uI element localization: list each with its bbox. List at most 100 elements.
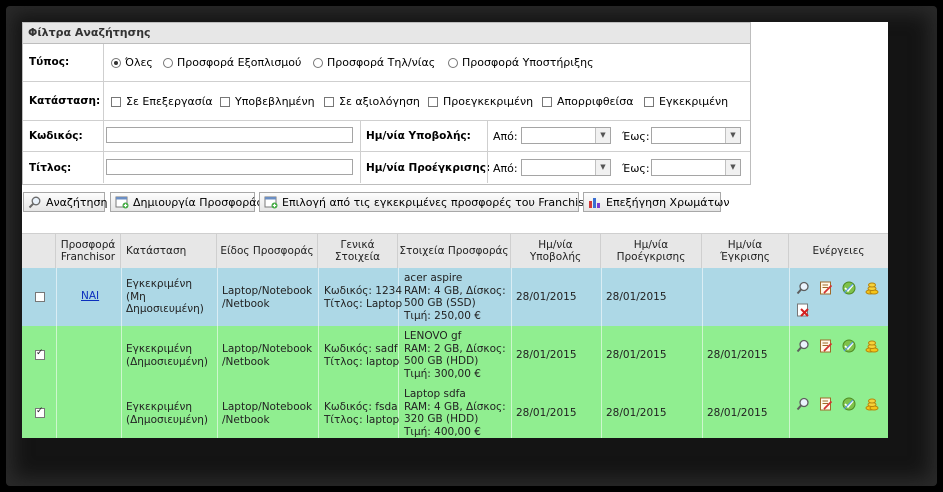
radio-equipment[interactable] bbox=[163, 57, 173, 68]
preapproval-date-cell: 28/01/2015 bbox=[606, 291, 667, 303]
type-option-equipment[interactable]: Προσφορά Εξοπλισμού bbox=[163, 56, 301, 69]
edit-document-icon[interactable] bbox=[819, 339, 833, 353]
offer-details-line: Τιμή: 300,00 € bbox=[404, 367, 481, 380]
submit-to-select[interactable]: ▼ bbox=[651, 127, 741, 144]
title-label: Τίτλος: bbox=[29, 162, 72, 174]
franchisor-link[interactable]: ΝΑΙ bbox=[81, 290, 99, 303]
preapproval-date-label: Ημ/νία Προέγκρισης: bbox=[366, 162, 491, 174]
header-label: Στοιχεία Προσφοράς bbox=[399, 245, 509, 257]
radio-telephony[interactable] bbox=[313, 57, 323, 68]
checkbox-preapproved[interactable] bbox=[428, 96, 438, 107]
radio-all[interactable] bbox=[111, 57, 121, 68]
edit-document-icon[interactable] bbox=[819, 281, 833, 295]
view-magnifier-icon[interactable] bbox=[796, 397, 810, 411]
submit-date-cell: 28/01/2015 bbox=[516, 291, 577, 303]
type-label: Τύπος: bbox=[29, 56, 70, 68]
search-button-label: Αναζήτηση bbox=[46, 195, 108, 209]
submit-date-cell: 28/01/2015 bbox=[516, 349, 577, 361]
type-option-telephony[interactable]: Προσφορά Τηλ/νίας bbox=[313, 56, 435, 69]
select-approved-offers-label: Επιλογή από τις εγκεκριμένες προσφορές τ… bbox=[282, 195, 620, 209]
header-label: Ημ/νία Υποβολής bbox=[529, 239, 582, 263]
coins-icon[interactable] bbox=[865, 339, 879, 353]
code-filter-row: Κωδικός: Ημ/νία Υποβολής: Από: ▼ Έως: ▼ bbox=[23, 121, 750, 152]
status-option-label: Υποβεβλημένη bbox=[235, 95, 315, 108]
bar-chart-icon bbox=[588, 196, 602, 209]
title-input[interactable] bbox=[106, 159, 353, 175]
type-option-support[interactable]: Προσφορά Υποστήριξης bbox=[448, 56, 594, 69]
cell-divider bbox=[217, 268, 218, 326]
offer-details-cell: acer aspire RAM: 4 GB, Δίσκος: 500 GB (S… bbox=[404, 272, 506, 322]
coins-icon[interactable] bbox=[865, 397, 879, 411]
header-preapproval-date: Ημ/νία Προέγκρισης bbox=[601, 234, 702, 268]
approval-date-cell: 28/01/2015 bbox=[707, 349, 768, 361]
edit-document-icon[interactable] bbox=[819, 397, 833, 411]
status-line: Εγκεκριμένη bbox=[126, 401, 192, 413]
header-offer-type: Είδος Προσφοράς bbox=[217, 234, 318, 268]
checkbox-approved[interactable] bbox=[644, 96, 654, 107]
type-option-all[interactable]: Όλες bbox=[111, 56, 153, 69]
approval-date-cell: 28/01/2015 bbox=[707, 407, 768, 419]
status-option-rejected[interactable]: Απορριφθείσα bbox=[542, 95, 633, 108]
cell-divider bbox=[702, 384, 703, 438]
chevron-down-icon[interactable]: ▼ bbox=[595, 128, 610, 143]
checkbox-editing[interactable] bbox=[111, 96, 121, 107]
approve-badge-icon[interactable] bbox=[842, 397, 856, 411]
search-button[interactable]: Αναζήτηση bbox=[23, 192, 108, 212]
general-info-cell: Κωδικός: 1234 Τίτλος: Laptop bbox=[324, 285, 402, 310]
header-submit-date: Ημ/νία Υποβολής bbox=[511, 234, 601, 268]
checkbox-evaluation[interactable] bbox=[324, 96, 334, 107]
header-label: Ενέργειες bbox=[812, 245, 865, 257]
type-option-label: Προσφορά Εξοπλισμού bbox=[177, 56, 302, 69]
header-label: Ημ/νία Προέγκρισης bbox=[616, 239, 686, 263]
offer-type-line: Laptop/Notebook bbox=[222, 343, 313, 355]
chevron-down-icon[interactable]: ▼ bbox=[725, 128, 740, 143]
chevron-down-icon[interactable]: ▼ bbox=[725, 160, 740, 175]
status-option-approved[interactable]: Εγκεκριμένη bbox=[644, 95, 728, 108]
checkbox-rejected[interactable] bbox=[542, 96, 552, 107]
create-offer-button[interactable]: Δημιουργία Προσφοράς bbox=[110, 192, 263, 212]
chevron-down-icon[interactable]: ▼ bbox=[595, 160, 610, 175]
header-label: Ημ/νία Έγκρισης bbox=[720, 239, 770, 263]
select-approved-offers-button[interactable]: Επιλογή από τις εγκεκριμένες προσφορές τ… bbox=[259, 192, 619, 212]
general-info-line: Τίτλος: Laptop bbox=[324, 297, 403, 310]
header-offer-details: Στοιχεία Προσφοράς bbox=[398, 234, 511, 268]
status-option-evaluation[interactable]: Σε αξιολόγηση bbox=[324, 95, 420, 108]
preapproval-to-select[interactable]: ▼ bbox=[651, 159, 741, 176]
offer-details-line: 500 GB (SSD) bbox=[404, 297, 476, 309]
approve-badge-icon[interactable] bbox=[842, 281, 856, 295]
offer-type-line: /Netbook bbox=[222, 297, 270, 310]
status-option-preapproved[interactable]: Προεγκεκριμένη bbox=[428, 95, 533, 108]
cell-divider bbox=[789, 268, 790, 326]
checkbox-submitted[interactable] bbox=[220, 96, 230, 107]
row-select-checkbox[interactable] bbox=[35, 292, 45, 302]
approve-badge-icon[interactable] bbox=[842, 339, 856, 353]
code-input[interactable] bbox=[106, 127, 353, 143]
status-option-editing[interactable]: Σε Επεξεργασία bbox=[111, 95, 213, 108]
row-divider bbox=[360, 121, 361, 151]
preapproval-from-select[interactable]: ▼ bbox=[521, 159, 611, 176]
delete-document-icon[interactable] bbox=[796, 303, 810, 317]
type-option-label: Όλες bbox=[125, 56, 153, 69]
title-filter-row: Τίτλος: Ημ/νία Προέγκρισης: Από: ▼ Έως: … bbox=[23, 152, 750, 183]
coins-icon[interactable] bbox=[865, 281, 879, 295]
offer-details-line: 320 GB (HDD) bbox=[404, 413, 479, 425]
row-select-checkbox[interactable] bbox=[35, 348, 45, 360]
submit-from-select[interactable]: ▼ bbox=[521, 127, 611, 144]
radio-support[interactable] bbox=[448, 57, 458, 68]
status-cell: Εγκεκριμένη (Μη Δημοσιευμένη) bbox=[126, 278, 204, 316]
status-option-submitted[interactable]: Υποβεβλημένη bbox=[220, 95, 315, 108]
offers-panel: Φίλτρα Αναζήτησης Τύπος: Όλες Προσφορά Ε… bbox=[22, 22, 888, 438]
status-line: (Δημοσιευμένη) bbox=[126, 413, 208, 426]
header-label: Κατάσταση bbox=[126, 245, 187, 257]
filters-title: Φίλτρα Αναζήτησης bbox=[23, 23, 750, 44]
row-select-checkbox[interactable] bbox=[35, 406, 45, 418]
header-general: Γενικά Στοιχεία bbox=[318, 234, 398, 268]
row-divider bbox=[103, 121, 104, 151]
create-offer-button-label: Δημιουργία Προσφοράς bbox=[133, 195, 263, 209]
offer-details-line: RAM: 4 GB, Δίσκος: bbox=[404, 284, 506, 297]
cell-divider bbox=[56, 326, 57, 384]
color-legend-button[interactable]: Επεξήγηση Χρωμάτων bbox=[583, 192, 730, 212]
view-magnifier-icon[interactable] bbox=[796, 281, 810, 295]
view-magnifier-icon[interactable] bbox=[796, 339, 810, 353]
add-document-icon bbox=[264, 196, 278, 209]
